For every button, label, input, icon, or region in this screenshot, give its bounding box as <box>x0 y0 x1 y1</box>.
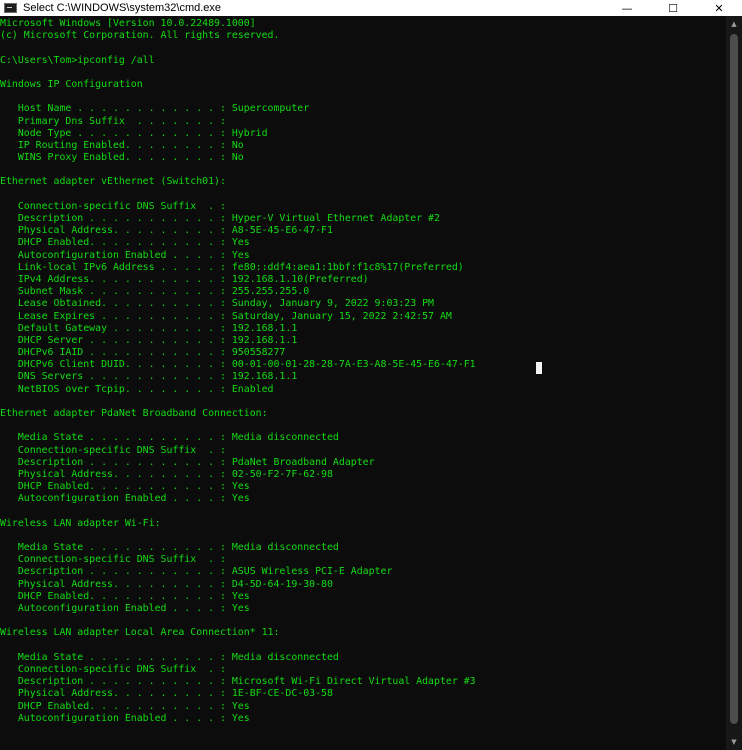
terminal-line: Microsoft Windows [Version 10.0.22489.10… <box>0 18 256 29</box>
vertical-scrollbar[interactable]: ▲ ▼ <box>726 16 742 750</box>
terminal-line: Connection-specific DNS Suffix . : <box>0 663 226 675</box>
close-button[interactable]: ✕ <box>696 0 742 16</box>
terminal-line: Media State . . . . . . . . . . . : Medi… <box>0 432 339 444</box>
minimize-button[interactable]: — <box>604 0 650 16</box>
terminal-line: WINS Proxy Enabled. . . . . . . . : No <box>0 152 244 164</box>
terminal-line: Primary Dns Suffix . . . . . . . : <box>0 115 226 127</box>
terminal-line: Autoconfiguration Enabled . . . . : Yes <box>0 493 250 505</box>
terminal-line: C:\Users\Tom>ipconfig /all <box>0 54 155 66</box>
terminal-line: DHCP Server . . . . . . . . . . . : 192.… <box>0 334 298 346</box>
terminal-line: Autoconfiguration Enabled . . . . : Yes <box>0 712 250 724</box>
terminal-line: Physical Address. . . . . . . . . : A8-5… <box>0 225 333 237</box>
window-controls: — ☐ ✕ <box>604 0 742 16</box>
terminal-line: DHCP Enabled. . . . . . . . . . . : Yes <box>0 700 250 712</box>
maximize-button[interactable]: ☐ <box>650 0 696 16</box>
terminal-line: Lease Obtained. . . . . . . . . . : Sund… <box>0 298 435 310</box>
scroll-thumb[interactable] <box>730 34 738 724</box>
terminal-line: Description . . . . . . . . . . . : ASUS… <box>0 566 393 578</box>
scroll-up-arrow-icon[interactable]: ▲ <box>726 16 742 32</box>
terminal-line: Connection-specific DNS Suffix . : <box>0 554 226 566</box>
terminal-line: Wireless LAN adapter Local Area Connecti… <box>0 627 280 639</box>
terminal-line: Node Type . . . . . . . . . . . . : Hybr… <box>0 127 268 139</box>
terminal-line: Physical Address. . . . . . . . . : D4-5… <box>0 578 333 590</box>
terminal-line: DNS Servers . . . . . . . . . . . : 192.… <box>0 371 298 383</box>
terminal-output[interactable]: Microsoft Windows [Version 10.0.22489.10… <box>0 16 726 750</box>
terminal-line: DHCPv6 Client DUID. . . . . . . . : 00-0… <box>0 359 476 371</box>
window-title: Select C:\WINDOWS\system32\cmd.exe <box>23 2 222 14</box>
terminal-line: DHCPv6 IAID . . . . . . . . . . . : 9505… <box>0 347 286 359</box>
terminal-line: Autoconfiguration Enabled . . . . : Yes <box>0 603 250 614</box>
cmd-icon[interactable] <box>4 3 17 13</box>
terminal-line: Default Gateway . . . . . . . . . : 192.… <box>0 322 298 334</box>
terminal-line: Link-local IPv6 Address . . . . . : fe80… <box>0 261 464 273</box>
terminal-line: Host Name . . . . . . . . . . . . : Supe… <box>0 103 310 115</box>
cmd-window: Select C:\WINDOWS\system32\cmd.exe — ☐ ✕… <box>0 0 742 750</box>
terminal-line: Media State . . . . . . . . . . . : Medi… <box>0 651 339 663</box>
terminal-line: Connection-specific DNS Suffix . : <box>0 444 226 456</box>
terminal-line: DHCP Enabled. . . . . . . . . . . : Yes <box>0 481 250 493</box>
terminal-line: Description . . . . . . . . . . . : PdaN… <box>0 456 375 468</box>
terminal-line: Autoconfiguration Enabled . . . . : Yes <box>0 249 250 261</box>
scroll-down-arrow-icon[interactable]: ▼ <box>726 734 742 750</box>
terminal-line: (c) Microsoft Corporation. All rights re… <box>0 30 280 42</box>
terminal-line: Description . . . . . . . . . . . : Hype… <box>0 213 440 224</box>
terminal-line: Lease Expires . . . . . . . . . . : Satu… <box>0 310 452 322</box>
terminal-line: Wireless LAN adapter Wi-Fi: <box>0 517 161 529</box>
title-bar[interactable]: Select C:\WINDOWS\system32\cmd.exe — ☐ ✕ <box>0 0 742 16</box>
terminal-line: Physical Address. . . . . . . . . : 02-5… <box>0 468 333 480</box>
terminal-line: Physical Address. . . . . . . . . : 1E-B… <box>0 688 333 700</box>
terminal-line: Description . . . . . . . . . . . : Micr… <box>0 676 476 688</box>
terminal-line: Media State . . . . . . . . . . . : Medi… <box>0 542 339 554</box>
terminal-line: Ethernet adapter vEthernet (Switch01): <box>0 176 226 188</box>
terminal-line: DHCP Enabled. . . . . . . . . . . : Yes <box>0 590 250 602</box>
terminal-line: Ethernet adapter PdaNet Broadband Connec… <box>0 408 268 419</box>
terminal-line: IP Routing Enabled. . . . . . . . : No <box>0 139 244 151</box>
terminal-line: DHCP Enabled. . . . . . . . . . . : Yes <box>0 237 250 249</box>
text-cursor <box>536 362 542 374</box>
terminal-line: NetBIOS over Tcpip. . . . . . . . : Enab… <box>0 383 274 395</box>
terminal-line: IPv4 Address. . . . . . . . . . . : 192.… <box>0 273 369 285</box>
terminal-line: Windows IP Configuration <box>0 78 143 90</box>
terminal-line: Connection-specific DNS Suffix . : <box>0 200 226 212</box>
terminal-line: Subnet Mask . . . . . . . . . . . : 255.… <box>0 286 310 298</box>
